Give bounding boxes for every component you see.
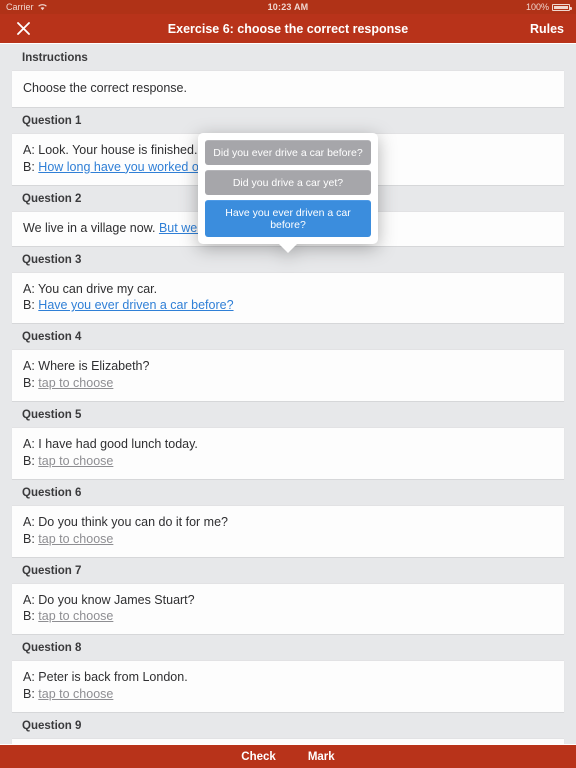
answer-choice-popup[interactable]: Did you ever drive a car before? Did you … xyxy=(198,133,378,253)
question-answer-line: B: tap to choose xyxy=(23,608,553,625)
question-prompt: A: I have had good lunch today. xyxy=(23,437,198,451)
question-header: Question 4 xyxy=(0,324,576,350)
navigation-bar: Exercise 6: choose the correct response … xyxy=(0,14,576,44)
question-answer-link[interactable]: How long have you worked on it? xyxy=(38,160,222,174)
rules-button[interactable]: Rules xyxy=(530,22,564,36)
question-prompt: A: You can drive my car. xyxy=(23,281,158,296)
question-header: Question 1 xyxy=(0,107,576,133)
question-card: A: Do you know James Stuart? B: tap to ch… xyxy=(12,582,564,636)
status-bar-time: 10:23 AM xyxy=(267,2,309,12)
answer-prefix: B: xyxy=(23,376,39,391)
question-header: Question 9 xyxy=(0,713,576,738)
question-card: A: Peter is back from London. B: tap to c… xyxy=(12,660,564,713)
question-answer-line: B: tap to choose xyxy=(23,531,553,548)
question-prompt: A: Do you think you can do it for me? xyxy=(23,514,228,529)
question-card: A: Where is Elizabeth? B: tap to choose xyxy=(12,349,564,402)
popup-option[interactable]: Did you ever drive a car before? xyxy=(205,140,371,165)
answer-prefix: B: xyxy=(23,609,39,624)
question-card: A: I have had good lunch today. B: tap to… xyxy=(12,427,564,480)
exercise-screen: Carrier 10:23 AM 100% Exercise 6: choose… xyxy=(0,0,576,768)
question-header: Question 8 xyxy=(0,635,576,661)
question-prompt: A: Where is Elizabeth? xyxy=(23,359,150,374)
close-icon[interactable] xyxy=(12,18,34,40)
mark-button[interactable]: Mark xyxy=(308,751,335,763)
question-answer-placeholder[interactable]: tap to choose xyxy=(38,687,113,701)
question-answer-line: B: tap to choose xyxy=(23,686,553,703)
popup-option[interactable]: Did you drive a car yet? xyxy=(205,170,371,195)
answer-prefix: B: xyxy=(23,531,39,546)
question-card: A: Do you think you can do it for me? B: … xyxy=(12,504,564,558)
instructions-header: Instructions xyxy=(0,45,576,70)
instructions-card: Choose the correct response. xyxy=(12,70,564,108)
battery-icon xyxy=(552,3,572,11)
answer-prefix: B: xyxy=(23,298,39,313)
question-answer-placeholder[interactable]: tap to choose xyxy=(38,376,113,390)
status-bar: Carrier 10:23 AM 100% xyxy=(0,0,576,14)
question-answer-placeholder[interactable]: tap to choose xyxy=(38,609,113,623)
page-title: Exercise 6: choose the correct response xyxy=(167,21,409,36)
bottom-toolbar: Check Mark xyxy=(0,744,576,768)
question-prompt: A: Do you know James Stuart? xyxy=(23,592,195,607)
question-card: A: You can drive my car. B: Have you ever… xyxy=(12,271,564,325)
question-answer-line: B: Have you ever driven a car before? xyxy=(23,297,553,314)
question-answer-placeholder[interactable]: tap to choose xyxy=(38,532,113,546)
check-button[interactable]: Check xyxy=(241,751,276,763)
question-header: Question 6 xyxy=(0,479,576,505)
status-bar-right: 100% xyxy=(525,2,572,12)
question-answer-line: B: tap to choose xyxy=(23,375,553,392)
question-header: Question 5 xyxy=(0,402,576,427)
answer-prefix: B: xyxy=(23,453,39,468)
question-prompt: A: Peter is back from London. xyxy=(23,670,188,685)
question-answer-placeholder[interactable]: tap to choose xyxy=(38,454,113,468)
answer-prefix: B: xyxy=(23,687,39,702)
question-header: Question 7 xyxy=(0,557,576,583)
popup-option[interactable]: Have you ever driven a car before? xyxy=(205,200,371,237)
answer-prefix: B: xyxy=(23,159,39,174)
popup-option-list: Did you ever drive a car before? Did you … xyxy=(198,133,378,244)
question-prompt-text: We live in a village now. xyxy=(23,220,159,235)
instructions-text: Choose the correct response. xyxy=(23,81,187,95)
question-answer-line: B: tap to choose xyxy=(23,453,553,470)
popup-arrow-icon xyxy=(279,244,297,253)
battery-percent-label: 100% xyxy=(525,2,549,12)
question-answer-link[interactable]: Have you ever driven a car before? xyxy=(38,298,233,312)
